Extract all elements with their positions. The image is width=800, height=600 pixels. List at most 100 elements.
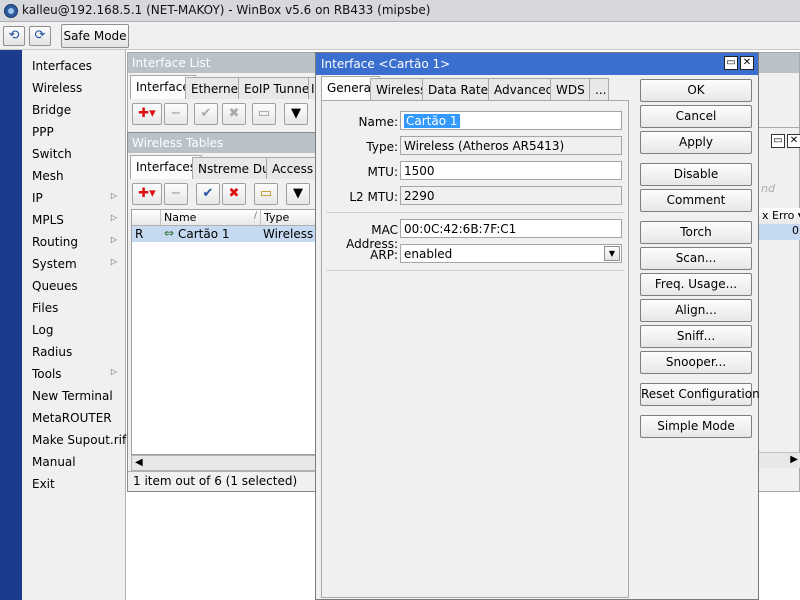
scroll-right-icon[interactable]: ▶ (790, 454, 798, 465)
menu-item-mpls[interactable]: MPLS ▷ (22, 207, 125, 229)
wireless-tables-toolbar: ✚▾ − ✔ ✖ ▭ ▼ (128, 179, 321, 209)
undo-icon[interactable]: ⟲ (3, 26, 25, 46)
tab-access-list[interactable]: Access L (266, 157, 324, 179)
close-icon[interactable]: ✕ (740, 56, 754, 70)
ok-button[interactable]: OK (640, 79, 752, 102)
section-divider (326, 270, 624, 271)
comment-icon[interactable]: ▭ (252, 103, 276, 125)
tab-more[interactable]: ... (589, 78, 609, 100)
filter-icon[interactable]: ▼ (286, 183, 310, 205)
mac-address-field[interactable]: 00:0C:42:6B:7F:C1 (400, 219, 622, 238)
submenu-arrow-icon: ▷ (110, 213, 117, 222)
l2mtu-label: L2 MTU: (349, 190, 398, 204)
menu-item-tools[interactable]: Tools ▷ (22, 361, 125, 383)
row-name: Cartão 1 (178, 227, 230, 241)
comment-icon[interactable]: ▭ (254, 183, 278, 205)
simple-mode-button[interactable]: Simple Mode (640, 415, 752, 438)
horizontal-scrollbar[interactable]: ▶ (759, 452, 800, 468)
wireless-tables-title[interactable]: Wireless Tables (128, 133, 321, 153)
redo-icon[interactable]: ⟳ (29, 26, 51, 46)
mac-address-label: MAC Address: (346, 223, 398, 251)
menu-item-exit[interactable]: Exit (22, 471, 125, 493)
type-label: Type: (366, 140, 398, 154)
menu-item-ip[interactable]: IP ▷ (22, 185, 125, 207)
disable-button[interactable]: Disable (640, 163, 752, 186)
main-toolbar: ⟲ ⟳ Safe Mode (0, 22, 800, 50)
menu-item-system[interactable]: System ▷ (22, 251, 125, 273)
snooper-button[interactable]: Snooper... (640, 351, 752, 374)
menu-item-mesh[interactable]: Mesh (22, 163, 125, 185)
arp-select[interactable]: enabled ▼ (400, 244, 622, 263)
add-icon[interactable]: ✚▾ (132, 183, 162, 205)
safe-mode-button[interactable]: Safe Mode (61, 24, 129, 48)
submenu-arrow-icon: ▷ (110, 191, 117, 200)
dialog-tabs: General Wireless Data Rates Advanced WDS… (321, 76, 621, 100)
add-icon[interactable]: ✚▾ (132, 103, 162, 125)
close-icon[interactable]: ✕ (787, 134, 800, 148)
cancel-button[interactable]: Cancel (640, 105, 752, 128)
horizontal-scrollbar[interactable]: ◀ (131, 455, 319, 471)
scroll-left-icon[interactable]: ◀ (135, 457, 143, 468)
align-button[interactable]: Align... (640, 299, 752, 322)
disable-icon[interactable]: ✖ (222, 183, 246, 205)
menu-item-wireless[interactable]: Wireless (22, 75, 125, 97)
window-titlebar: kalleu@192.168.5.1 (NET-MAKOY) - WinBox … (0, 0, 800, 22)
tab-advanced[interactable]: Advanced (488, 78, 560, 100)
column-header-type[interactable]: Type (261, 210, 320, 226)
menu-item-routing[interactable]: Routing ▷ (22, 229, 125, 251)
enable-icon[interactable]: ✔ (196, 183, 220, 205)
remove-icon[interactable]: − (164, 183, 188, 205)
column-header-errors[interactable]: x Erro ▼ (759, 208, 800, 224)
apply-button[interactable]: Apply (640, 131, 752, 154)
dropdown-arrow-icon[interactable]: ▼ (604, 246, 620, 261)
submenu-arrow-icon: ▷ (110, 367, 117, 376)
disable-icon[interactable]: ✖ (222, 103, 246, 125)
tab-eoip-tunnel[interactable]: EoIP Tunnel (238, 77, 319, 99)
restore-icon[interactable]: ▭ (771, 134, 785, 148)
sniff-button[interactable]: Sniff... (640, 325, 752, 348)
general-tab-panel: Name: Cartão 1 Type: Wireless (Atheros A… (321, 100, 629, 598)
row-flag: R (135, 227, 144, 241)
mtu-label: MTU: (367, 165, 398, 179)
restore-icon[interactable]: ▭ (724, 56, 738, 70)
dialog-title[interactable]: Interface <Cartão 1> ▭ ✕ (316, 53, 758, 75)
menu-item-queues[interactable]: Queues (22, 273, 125, 295)
column-header-name[interactable]: Name / (161, 210, 261, 226)
name-label: Name: (358, 115, 398, 129)
name-field[interactable]: Cartão 1 (400, 111, 622, 130)
menu-item-manual[interactable]: Manual (22, 449, 125, 471)
tab-wds[interactable]: WDS (550, 78, 591, 100)
wireless-interface-icon: ⇔ (164, 226, 175, 240)
torch-button[interactable]: Torch (640, 221, 752, 244)
filter-icon[interactable]: ▼ (284, 103, 308, 125)
reset-configuration-button[interactable]: Reset Configuration (640, 383, 760, 406)
menu-item-metarouter[interactable]: MetaROUTER (22, 405, 125, 427)
interface-dialog: Interface <Cartão 1> ▭ ✕ General Wireles… (315, 52, 760, 600)
enable-icon[interactable]: ✔ (194, 103, 218, 125)
errors-cell: 0 (759, 224, 800, 240)
menu-item-make-supout[interactable]: Make Supout.rif (22, 427, 126, 449)
comment-button[interactable]: Comment (640, 189, 752, 212)
main-menu: Interfaces Wireless Bridge PPP Switch Me… (22, 50, 126, 600)
submenu-arrow-icon: ▷ (110, 235, 117, 244)
menu-item-log[interactable]: Log (22, 317, 125, 339)
column-resize-icon: / (253, 211, 257, 221)
menu-item-switch[interactable]: Switch (22, 141, 125, 163)
menu-item-radius[interactable]: Radius (22, 339, 125, 361)
type-field: Wireless (Atheros AR5413) (400, 136, 622, 155)
mtu-field[interactable]: 1500 (400, 161, 622, 180)
l2mtu-field: 2290 (400, 186, 622, 205)
menu-item-files[interactable]: Files (22, 295, 125, 317)
menu-item-interfaces[interactable]: Interfaces (22, 53, 125, 75)
submenu-arrow-icon: ▷ (110, 257, 117, 266)
table-row[interactable]: R ⇔ Cartão 1 Wireless (A (132, 226, 330, 242)
scan-button[interactable]: Scan... (640, 247, 752, 270)
freq-usage-button[interactable]: Freq. Usage... (640, 273, 752, 296)
menu-item-bridge[interactable]: Bridge (22, 97, 125, 119)
column-header-flag[interactable] (132, 210, 161, 226)
menu-item-ppp[interactable]: PPP (22, 119, 125, 141)
menu-item-new-terminal[interactable]: New Terminal (22, 383, 125, 405)
window-title: kalleu@192.168.5.1 (NET-MAKOY) - WinBox … (22, 3, 431, 17)
background-window-right: ▭ ✕ nd x Erro ▼ 0 ▶ (758, 127, 800, 492)
remove-icon[interactable]: − (164, 103, 188, 125)
